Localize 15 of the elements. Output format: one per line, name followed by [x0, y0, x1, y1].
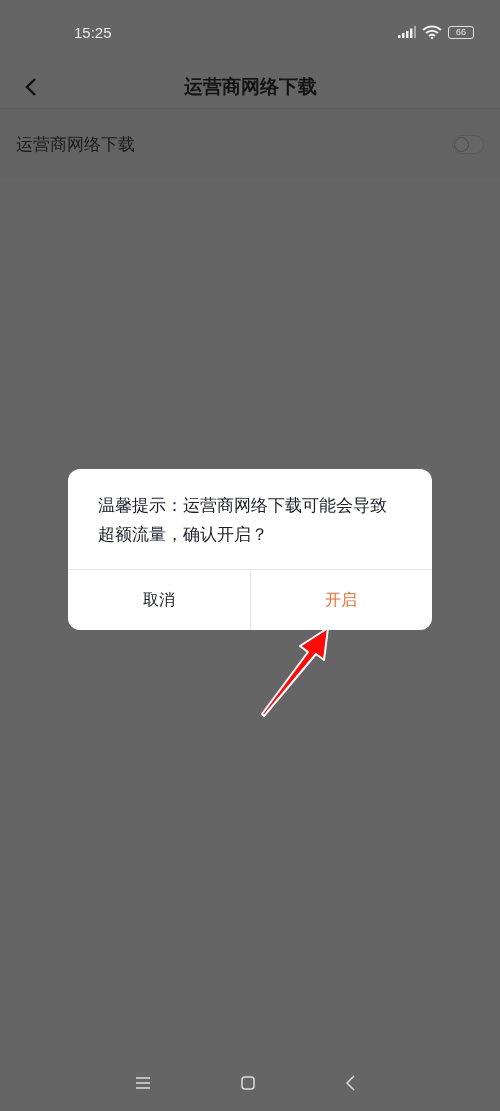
home-button[interactable] — [240, 1076, 255, 1090]
setting-label: 运营商网络下载 — [16, 132, 135, 156]
wifi-icon — [422, 25, 442, 39]
home-icon — [240, 1076, 255, 1090]
battery-level: 66 — [448, 25, 474, 39]
back-button[interactable] — [345, 1075, 355, 1091]
back-icon — [24, 78, 36, 96]
signal-icon — [398, 26, 416, 38]
menu-button[interactable] — [135, 1077, 150, 1089]
dialog-message: 温馨提示：运营商网络下载可能会导致超额流量，确认开启？ — [97, 495, 388, 546]
status-time: 15:25 — [74, 23, 112, 41]
menu-icon — [135, 1077, 150, 1089]
back-icon — [345, 1075, 355, 1091]
page-title: 运营商网络下载 — [183, 74, 317, 99]
cancel-button[interactable]: 取消 — [68, 570, 250, 630]
